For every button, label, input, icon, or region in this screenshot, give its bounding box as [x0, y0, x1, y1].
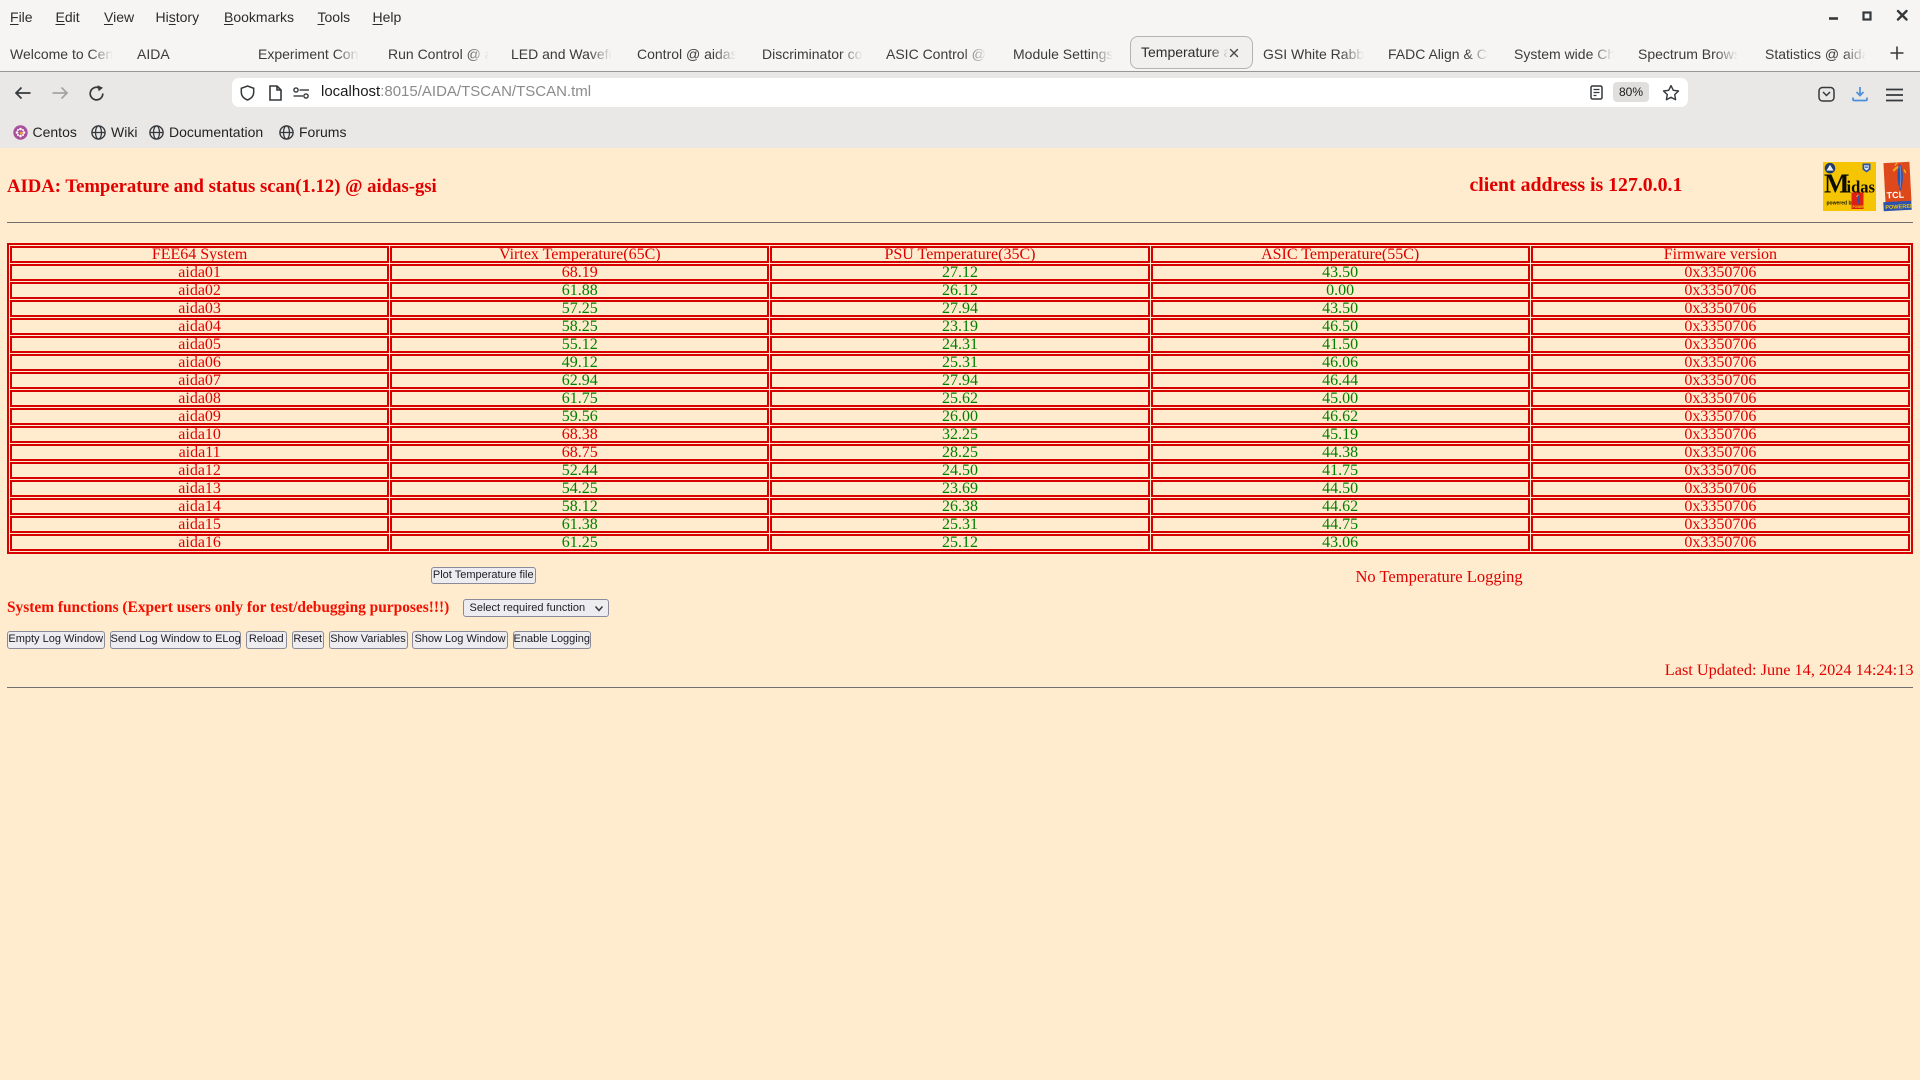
svg-text:POWERED: POWERED [1853, 205, 1870, 209]
svg-text:POWERED: POWERED [1885, 204, 1912, 212]
svg-text:powered by: powered by [1827, 201, 1855, 207]
svg-text:TCL: TCL [1886, 190, 1904, 201]
